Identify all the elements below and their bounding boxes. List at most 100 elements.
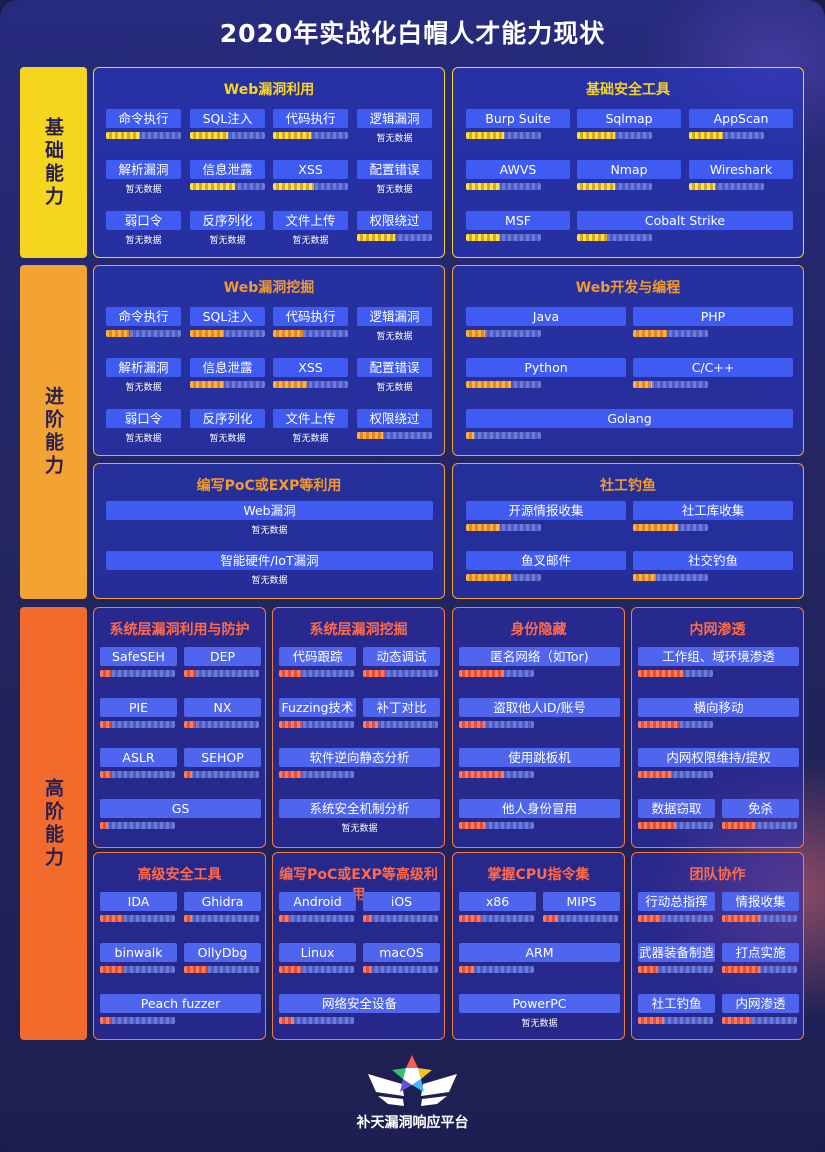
- skill-label: 他人身份冒用: [459, 799, 620, 818]
- skill-level-fill: [100, 822, 108, 829]
- skill-level-bar: [273, 330, 348, 337]
- skill-item: 逻辑漏洞 暂无数据: [357, 109, 432, 149]
- skill-item: C/C++: [633, 358, 793, 398]
- skill-item: 匿名网络（如Tor): [459, 647, 620, 687]
- skill-level-bar: [279, 915, 354, 922]
- panel-title: 团队协作: [689, 867, 746, 883]
- skill-level-bar: [100, 915, 175, 922]
- category-advanced: 进阶能力: [20, 265, 87, 599]
- skill-level-bar: [633, 330, 708, 337]
- skill-level-bar: [363, 670, 438, 677]
- panel-team: 团队协作 行动总指挥 情报收集 武器装备制造 打点实施 社工钓鱼 内网渗透: [631, 852, 804, 1040]
- skill-item: NX: [184, 698, 261, 738]
- skill-item: 信息泄露: [190, 358, 265, 398]
- skill-label: 智能硬件/IoT漏洞: [106, 551, 433, 570]
- skill-item: Cobalt Strike: [577, 211, 793, 251]
- skill-label: 信息泄露: [190, 160, 265, 179]
- skill-level-bar: [363, 966, 438, 973]
- no-data-label: 暂无数据: [376, 185, 413, 195]
- skill-item: 工作组、域环境渗透: [638, 647, 799, 687]
- no-data-label: 暂无数据: [125, 185, 162, 195]
- skill-item: XSS: [273, 160, 348, 200]
- skill-level-bar: [190, 132, 265, 139]
- panel-cpu: 掌握CPU指令集 x86 MIPS ARM PowerPC 暂无数据: [452, 852, 625, 1040]
- no-data-label: 暂无数据: [521, 1019, 558, 1029]
- skill-level-fill: [638, 670, 683, 677]
- skill-level-fill: [466, 432, 474, 439]
- skill-level-fill: [638, 721, 680, 728]
- panel-identity: 身份隐藏 匿名网络（如Tor) 盗取他人ID/账号 使用跳板机 他人身份冒用: [452, 607, 625, 848]
- skill-item: Golang: [466, 409, 793, 449]
- skill-label: Burp Suite: [466, 109, 570, 128]
- capability-map-page: 2020年实战化白帽人才能力现状 基础能力 进阶能力 高阶能力 Web漏洞利用命…: [0, 0, 825, 1152]
- skill-level-bar: [363, 721, 438, 728]
- panel-title: 高级安全工具: [137, 867, 222, 883]
- skill-item: ASLR: [100, 748, 177, 788]
- skill-label: PIE: [100, 698, 177, 717]
- skill-level-bar: [638, 721, 713, 728]
- skill-item: DEP: [184, 647, 261, 687]
- skill-item: 系统安全机制分析 暂无数据: [279, 799, 440, 839]
- skill-level-fill: [459, 822, 486, 829]
- skill-label: Golang: [466, 409, 793, 428]
- no-data-label: 暂无数据: [125, 236, 162, 246]
- panel-title: Web开发与编程: [575, 280, 681, 296]
- skill-level-bar: [279, 721, 354, 728]
- skill-item: 解析漏洞 暂无数据: [106, 160, 181, 200]
- skill-label: 内网权限维持/提权: [638, 748, 799, 767]
- skill-level-bar: [100, 771, 175, 778]
- panel-poc-adv: 编写PoC或EXP等高级利用 Android iOS Linux macOS 网络安全设备: [272, 852, 445, 1040]
- skill-level-fill: [466, 132, 504, 139]
- skill-label: Peach fuzzer: [100, 994, 261, 1013]
- skill-level-bar: [184, 771, 259, 778]
- skill-level-fill: [100, 915, 123, 922]
- skill-label: Fuzzing技术: [279, 698, 356, 717]
- skill-level-bar: [273, 183, 348, 190]
- skill-level-bar: [459, 771, 534, 778]
- skill-label: macOS: [363, 943, 440, 962]
- skill-label: PowerPC: [459, 994, 620, 1013]
- skill-label: 弱口令: [106, 409, 181, 428]
- panel-web-mining: Web漏洞挖掘 命令执行 SQL注入 代码执行 逻辑漏洞 暂无数据 解析漏洞 暂无数据 信息泄露…: [93, 265, 445, 456]
- skill-level-bar: [466, 432, 541, 439]
- skill-level-bar: [357, 432, 432, 439]
- skill-label: XSS: [273, 160, 348, 179]
- skill-label: 文件上传: [273, 211, 348, 230]
- skill-level-fill: [466, 234, 500, 241]
- skill-item: Burp Suite: [466, 109, 570, 149]
- skill-label: 社工库收集: [633, 501, 793, 520]
- skill-label: ARM: [459, 943, 620, 962]
- skill-item: 内网渗透: [722, 994, 799, 1034]
- skill-label: NX: [184, 698, 261, 717]
- skill-level-bar: [633, 524, 708, 531]
- skill-item: 解析漏洞 暂无数据: [106, 358, 181, 398]
- skill-level-bar: [100, 721, 175, 728]
- panel-title: Web漏洞利用: [223, 82, 315, 98]
- skill-level-fill: [363, 966, 371, 973]
- no-data-label: 暂无数据: [209, 434, 246, 444]
- skill-level-fill: [357, 234, 395, 241]
- skill-label: 横向移动: [638, 698, 799, 717]
- logo-wing-left: [368, 1074, 404, 1096]
- skill-item: 社工库收集: [633, 501, 793, 541]
- skill-level-bar: [184, 670, 259, 677]
- skill-level-fill: [638, 771, 672, 778]
- skill-item: 横向移动: [638, 698, 799, 738]
- no-data-label: 暂无数据: [251, 576, 288, 586]
- skill-level-bar: [722, 822, 797, 829]
- skill-item: 弱口令 暂无数据: [106, 409, 181, 449]
- no-data-label: 暂无数据: [376, 134, 413, 144]
- logo-wing-left-lower: [378, 1096, 404, 1106]
- skill-item: 鱼叉邮件: [466, 551, 626, 591]
- skill-level-fill: [190, 330, 224, 337]
- skill-label: SQL注入: [190, 109, 265, 128]
- skill-label: 配置错误: [357, 358, 432, 377]
- panel-sys-mining: 系统层漏洞挖掘 代码跟踪 动态调试 Fuzzing技术 补丁对比 软件逆向静态分析 系统安全…: [272, 607, 445, 848]
- no-data-label: 暂无数据: [341, 824, 378, 834]
- skill-label: 开源情报收集: [466, 501, 626, 520]
- skill-level-bar: [106, 132, 181, 139]
- skill-item: 逻辑漏洞 暂无数据: [357, 307, 432, 347]
- skill-level-fill: [273, 132, 311, 139]
- skill-level-bar: [106, 330, 181, 337]
- skill-label: 行动总指挥: [638, 892, 715, 911]
